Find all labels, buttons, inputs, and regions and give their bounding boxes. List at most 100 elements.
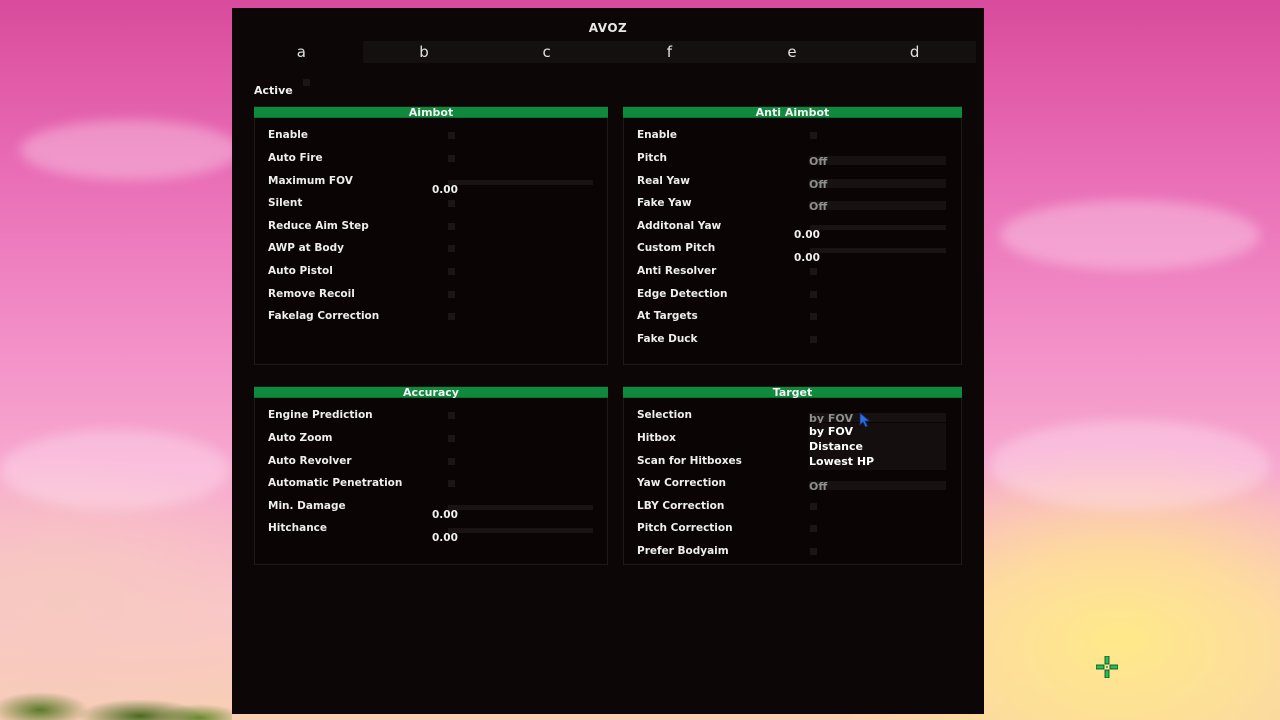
auto-pistol-label: Auto Pistol	[268, 265, 333, 277]
aimbot-header: Aimbot	[254, 107, 608, 118]
fake-duck-checkbox[interactable]	[810, 336, 817, 343]
mouse-pointer-icon	[859, 412, 871, 428]
hitchance-label: Hitchance	[268, 522, 328, 534]
selection-option-by-fov[interactable]: by FOV	[809, 424, 946, 439]
selection-dropdown-list: by FOV Distance Lowest HP	[809, 423, 946, 470]
lby-correction-label: LBY Correction	[637, 500, 725, 512]
custom-pitch-label: Custom Pitch	[637, 242, 716, 254]
remove-recoil-label: Remove Recoil	[268, 288, 355, 300]
auto-pistol-checkbox[interactable]	[448, 268, 455, 275]
yaw-correction-label: Yaw Correction	[637, 477, 727, 489]
maximum-fov-slider[interactable]	[448, 180, 593, 185]
silent-checkbox[interactable]	[448, 200, 455, 207]
tab-f[interactable]: f	[608, 41, 731, 63]
accuracy-header: Accuracy	[254, 387, 608, 398]
engine-prediction-checkbox[interactable]	[448, 412, 455, 419]
selection-dropdown[interactable]: by FOV	[809, 413, 946, 424]
aimbot-enable-label: Enable	[268, 129, 308, 141]
additional-yaw-label: Additonal Yaw	[637, 220, 722, 232]
pitch-label: Pitch	[637, 152, 668, 164]
auto-zoom-checkbox[interactable]	[448, 435, 455, 442]
tab-a[interactable]: a	[240, 41, 363, 63]
reduce-aim-step-checkbox[interactable]	[448, 223, 455, 230]
real-yaw-dropdown[interactable]: Off	[809, 178, 946, 191]
crosshair-icon	[1096, 656, 1118, 678]
fake-yaw-value: Off	[809, 200, 828, 213]
scan-for-hitboxes-label: Scan for Hitboxes	[637, 455, 742, 467]
hitchance-value: 0.00	[432, 532, 458, 544]
auto-zoom-label: Auto Zoom	[268, 432, 333, 444]
min-damage-label: Min. Damage	[268, 500, 346, 512]
tab-bar: a b c f e d	[240, 41, 977, 63]
at-targets-label: At Targets	[637, 310, 698, 322]
fakelag-correction-checkbox[interactable]	[448, 313, 455, 320]
window-title: AVOZ	[588, 21, 628, 35]
real-yaw-value: Off	[809, 178, 828, 191]
silent-label: Silent	[268, 197, 303, 209]
tab-c[interactable]: c	[485, 41, 609, 63]
fake-yaw-dropdown[interactable]: Off	[809, 200, 946, 213]
fakelag-correction-label: Fakelag Correction	[268, 310, 380, 322]
target-header: Target	[623, 387, 962, 398]
anti-resolver-label: Anti Resolver	[637, 265, 717, 277]
maximum-fov-label: Maximum FOV	[268, 175, 353, 187]
selection-option-distance[interactable]: Distance	[809, 439, 946, 454]
yaw-correction-value: Off	[809, 480, 828, 493]
maximum-fov-value: 0.00	[432, 184, 458, 196]
background-cloud	[20, 120, 240, 180]
aimbot-panel: Aimbot Enable Auto Fire Maximum FOV 0.00…	[254, 106, 608, 365]
custom-pitch-value: 0.00	[794, 252, 820, 264]
awp-at-body-checkbox[interactable]	[448, 245, 455, 252]
tab-b[interactable]: b	[362, 41, 486, 63]
background-cloud	[990, 420, 1270, 510]
auto-fire-checkbox[interactable]	[448, 155, 455, 162]
aimbot-enable-checkbox[interactable]	[448, 132, 455, 139]
hitchance-slider[interactable]	[448, 528, 593, 533]
lby-correction-checkbox[interactable]	[810, 503, 817, 510]
background-cloud	[0, 430, 230, 510]
fake-duck-label: Fake Duck	[637, 333, 698, 345]
anti-aimbot-panel: Anti Aimbot Enable Pitch Off Real Yaw Of…	[623, 106, 962, 365]
additional-yaw-slider[interactable]	[810, 225, 946, 230]
anti-resolver-checkbox[interactable]	[810, 268, 817, 275]
min-damage-value: 0.00	[432, 509, 458, 521]
anti-aimbot-header: Anti Aimbot	[623, 107, 962, 118]
fake-yaw-label: Fake Yaw	[637, 197, 692, 209]
auto-revolver-checkbox[interactable]	[448, 458, 455, 465]
active-label: Active	[254, 84, 293, 97]
anti-aimbot-enable-label: Enable	[637, 129, 677, 141]
selection-option-lowest-hp[interactable]: Lowest HP	[809, 454, 946, 469]
anti-aimbot-enable-checkbox[interactable]	[810, 132, 817, 139]
pitch-correction-label: Pitch Correction	[637, 522, 733, 534]
accuracy-panel: Accuracy Engine Prediction Auto Zoom Aut…	[254, 386, 608, 565]
automatic-penetration-label: Automatic Penetration	[268, 477, 403, 489]
automatic-penetration-checkbox[interactable]	[448, 480, 455, 487]
min-damage-slider[interactable]	[448, 505, 593, 510]
background-cloud	[1000, 200, 1260, 270]
active-checkbox[interactable]	[303, 79, 310, 86]
edge-detection-label: Edge Detection	[637, 288, 728, 300]
real-yaw-label: Real Yaw	[637, 175, 690, 187]
remove-recoil-checkbox[interactable]	[448, 291, 455, 298]
edge-detection-checkbox[interactable]	[810, 291, 817, 298]
tab-e[interactable]: e	[730, 41, 854, 63]
custom-pitch-slider[interactable]	[810, 248, 946, 253]
prefer-bodyaim-label: Prefer Bodyaim	[637, 545, 729, 557]
tab-d[interactable]: d	[853, 41, 977, 63]
auto-revolver-label: Auto Revolver	[268, 455, 352, 467]
pitch-dropdown[interactable]: Off	[809, 155, 946, 168]
cheat-menu-window: AVOZ a b c f e d Active Aimbot Enable Au…	[232, 8, 984, 714]
yaw-correction-dropdown[interactable]: Off	[809, 480, 946, 493]
at-targets-checkbox[interactable]	[810, 313, 817, 320]
auto-fire-label: Auto Fire	[268, 152, 323, 164]
hitbox-label: Hitbox	[637, 432, 676, 444]
pitch-correction-checkbox[interactable]	[810, 525, 817, 532]
selection-label: Selection	[637, 409, 692, 421]
target-panel: Target Selection by FOV Hitbox Scan for …	[623, 386, 962, 565]
background-foliage	[0, 660, 232, 720]
pitch-value: Off	[809, 155, 828, 168]
awp-at-body-label: AWP at Body	[268, 242, 344, 254]
prefer-bodyaim-checkbox[interactable]	[810, 548, 817, 555]
additional-yaw-value: 0.00	[794, 229, 820, 241]
engine-prediction-label: Engine Prediction	[268, 409, 373, 421]
